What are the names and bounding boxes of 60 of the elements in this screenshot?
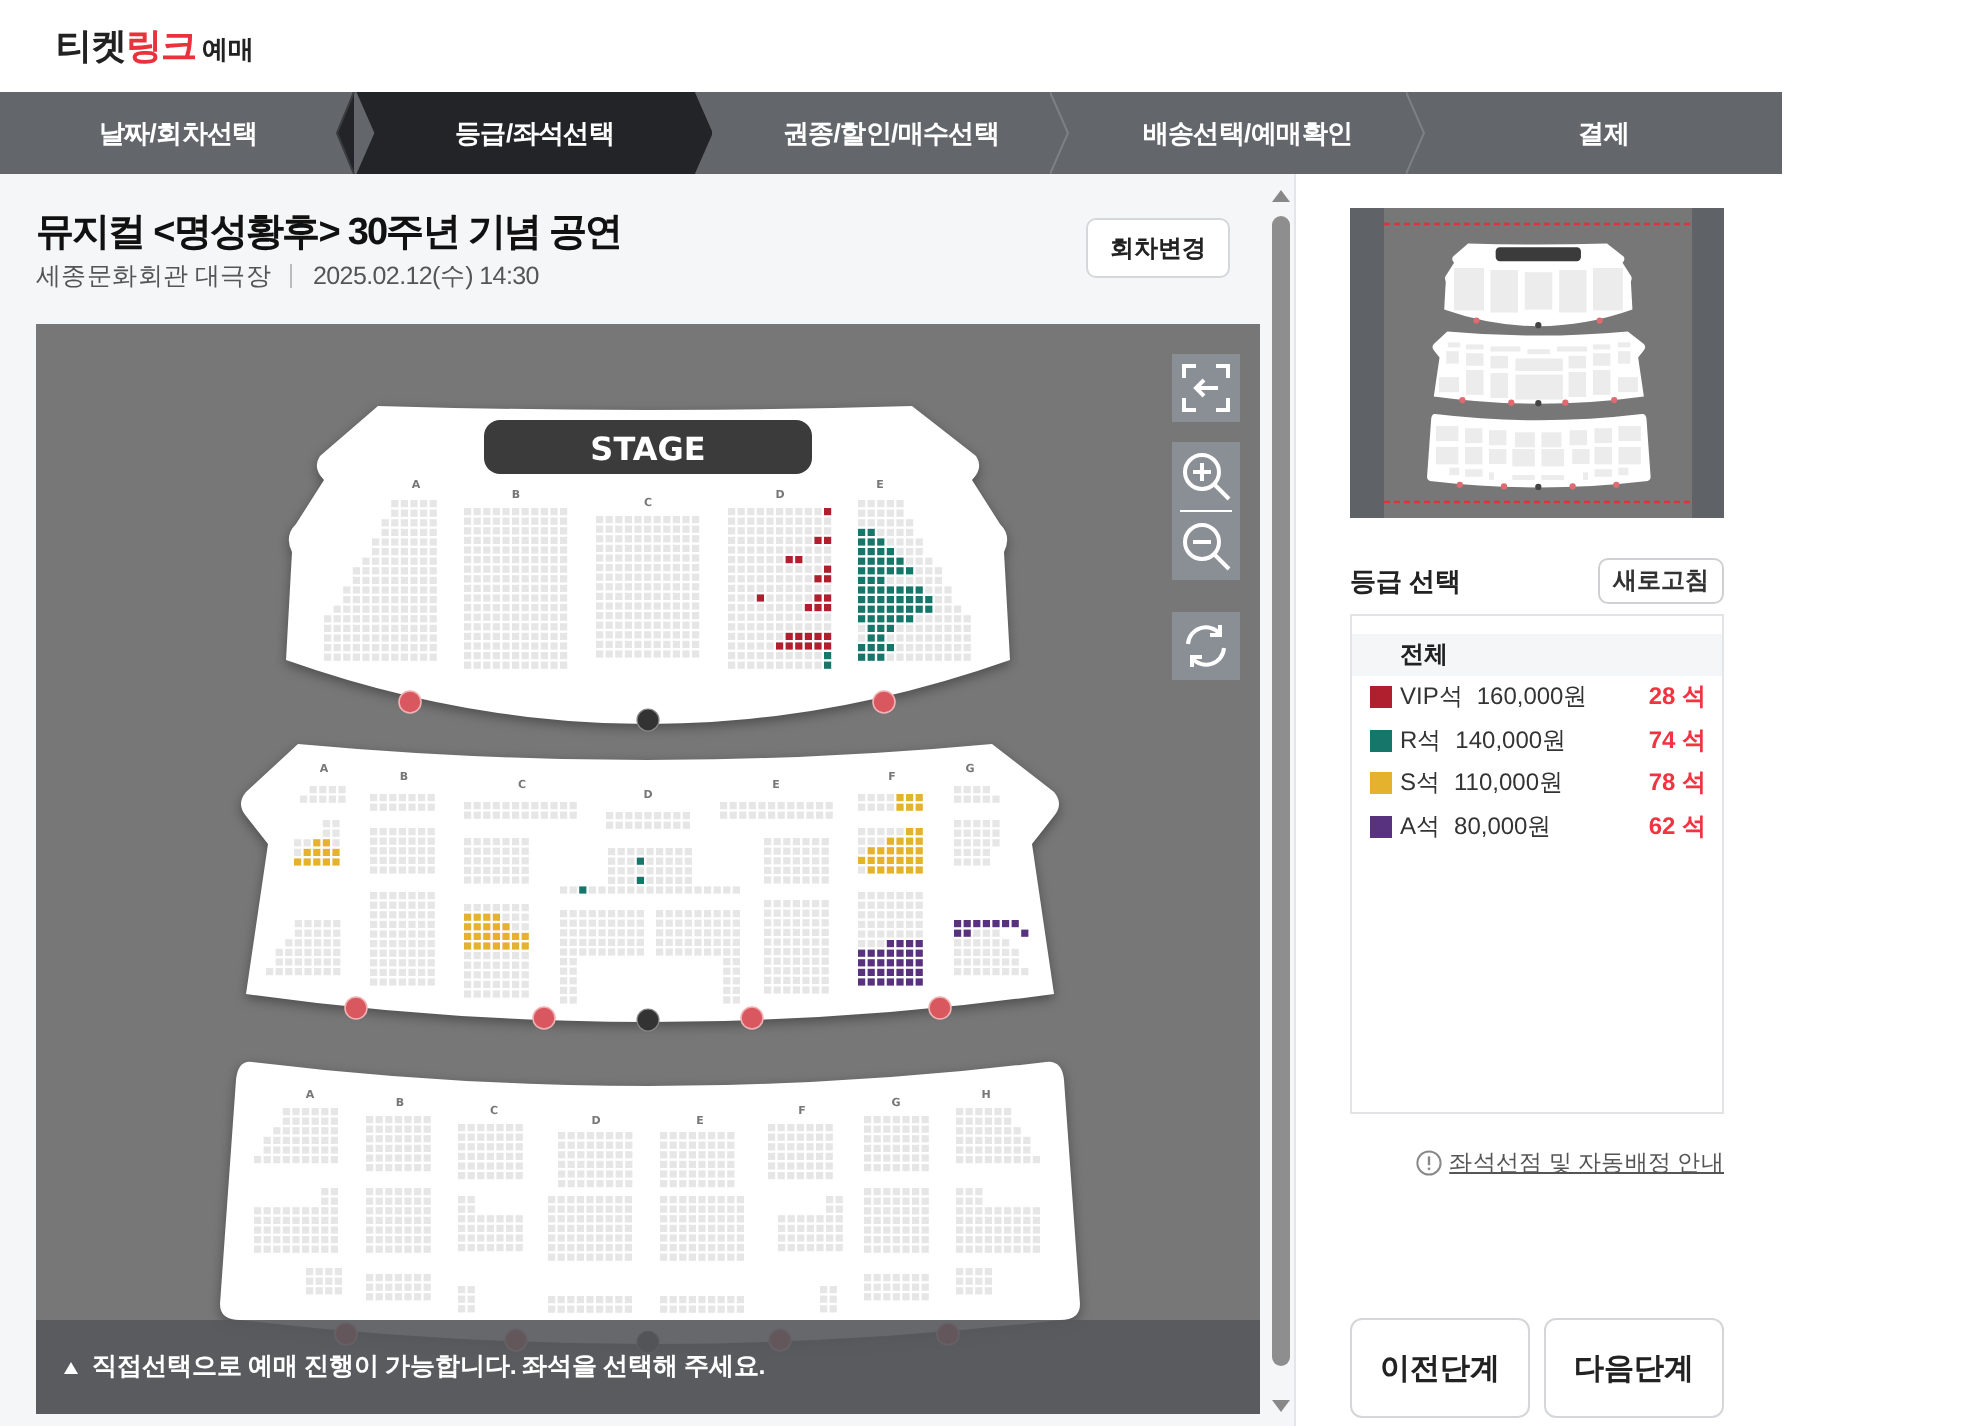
all-grades-option[interactable]: 전체 <box>1352 634 1722 676</box>
grade-price: 80,000원 <box>1454 809 1552 844</box>
caret-up-icon <box>64 1361 78 1373</box>
refresh-button[interactable]: 새로고침 <box>1598 558 1724 604</box>
zoom-in-icon <box>1180 450 1232 502</box>
next-step-button[interactable]: 다음단계 <box>1544 1318 1724 1418</box>
performance-title: 뮤지컬 <명성황후> 30주년 기념 공연 <box>36 210 622 258</box>
gate-marker-icon <box>872 690 896 714</box>
scrollbar-thumb[interactable] <box>1271 216 1289 1366</box>
available-seat-count: 28 석 <box>1648 680 1706 715</box>
seat-block[interactable] <box>954 920 1029 976</box>
venue-name: 세종문화회관 대극장 <box>36 260 271 292</box>
grade-name[interactable]: R석 <box>1400 723 1442 758</box>
grade-name[interactable]: S석 <box>1400 766 1441 801</box>
fit-view-button[interactable] <box>1172 354 1240 422</box>
change-session-button[interactable]: 회차변경 <box>1086 218 1230 278</box>
logo-suffix: 예매 <box>202 32 254 68</box>
scroll-up-icon[interactable] <box>1271 190 1289 202</box>
grade-price: 160,000원 <box>1476 680 1588 715</box>
gate-marker-icon <box>928 996 952 1020</box>
gate-marker-icon <box>532 1006 556 1030</box>
grade-name[interactable]: VIP석 <box>1400 680 1463 715</box>
booking-step: 권종/할인/매수선택 <box>712 92 1070 174</box>
scroll-down-icon[interactable] <box>1271 1400 1289 1412</box>
seat-selection-notice: 직접선택으로 예매 진행이 가능합니다. 좌석을 선택해 주세요. <box>92 1350 765 1384</box>
chevron-separator-icon <box>1405 92 1426 174</box>
frame-arrow-icon <box>1180 362 1232 414</box>
grade-section-title: 등급 선택 <box>1350 563 1462 599</box>
zoom-out-button[interactable] <box>1172 512 1240 580</box>
gate-marker-icon <box>740 1006 764 1030</box>
chevron-separator-icon <box>336 92 357 174</box>
booking-step: 날짜/회차선택 <box>0 92 357 174</box>
zoom-in-button[interactable] <box>1172 442 1240 510</box>
seat-block[interactable] <box>858 500 971 661</box>
grade-price: 140,000원 <box>1455 723 1567 758</box>
zoom-out-icon <box>1180 520 1232 572</box>
previous-step-button[interactable]: 이전단계 <box>1350 1318 1530 1418</box>
floor-marker-icon <box>636 708 660 732</box>
available-seat-count: 78 석 <box>1648 766 1706 801</box>
booking-step: 결제 <box>1425 92 1783 174</box>
gate-marker-icon <box>398 690 422 714</box>
gate-marker-icon <box>344 996 368 1020</box>
booking-step: 배송선택/예매확인 <box>1069 92 1426 174</box>
performance-datetime: 2025.02.12(수) 14:30 <box>312 260 539 292</box>
available-seat-count: 62 석 <box>1648 809 1706 844</box>
logo-text: 링크 <box>126 24 196 70</box>
available-seat-count: 74 석 <box>1648 723 1706 758</box>
info-icon <box>1415 1149 1442 1175</box>
seat-guide-link[interactable]: 좌석선점 및 자동배정 안내 <box>1415 1146 1724 1178</box>
grade-name[interactable]: A석 <box>1400 809 1441 844</box>
minimap-panel[interactable] <box>1350 208 1724 518</box>
refresh-icon <box>1180 620 1232 672</box>
floor-marker-icon <box>636 1008 660 1032</box>
seat-block[interactable] <box>858 892 923 986</box>
reset-view-button[interactable] <box>1172 612 1240 680</box>
grade-price: 110,000원 <box>1454 766 1564 801</box>
seat-block[interactable] <box>728 508 832 669</box>
logo-text: 티켓 <box>56 24 126 70</box>
chevron-separator-icon <box>1049 92 1070 174</box>
stage-label: STAGE <box>590 430 706 468</box>
